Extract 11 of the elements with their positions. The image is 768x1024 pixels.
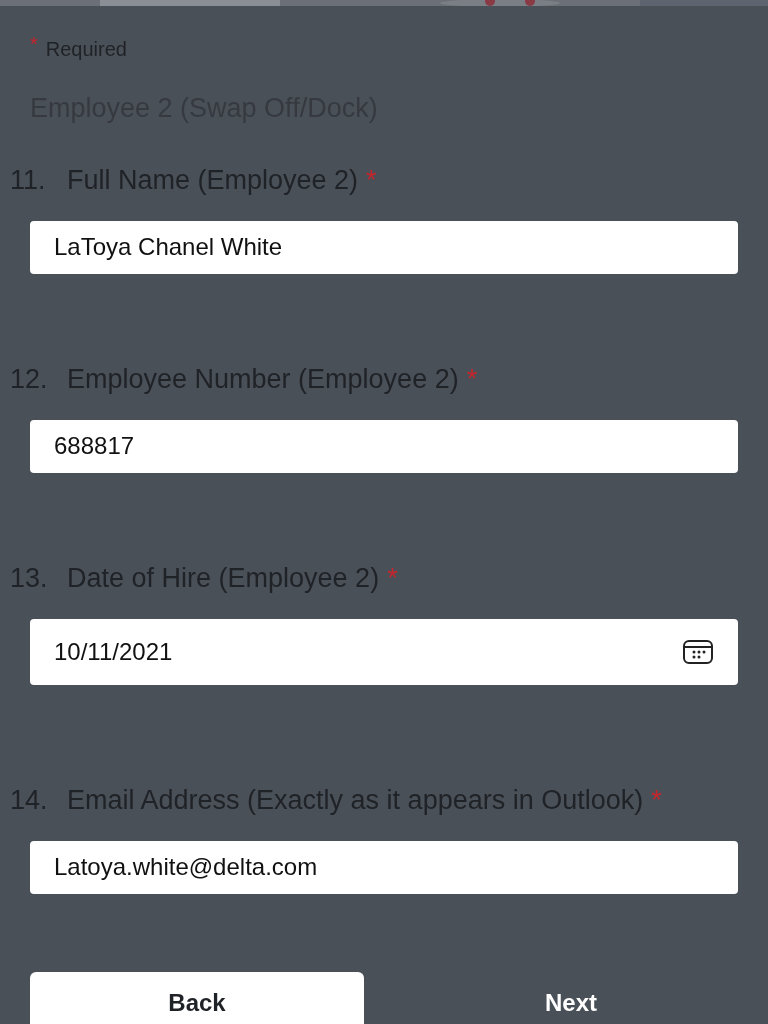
required-asterisk: *: [466, 362, 478, 396]
required-asterisk: *: [387, 561, 398, 595]
date-field[interactable]: 10/11/2021: [30, 618, 738, 685]
input-field[interactable]: 688817: [30, 419, 738, 473]
required-asterisk: *: [30, 34, 38, 54]
input-field[interactable]: LaToya Chanel White: [30, 220, 738, 274]
calendar-icon[interactable]: [682, 638, 714, 665]
back-button[interactable]: Back: [30, 971, 364, 1024]
required-asterisk: *: [366, 163, 377, 197]
input-field[interactable]: Latoya.white@delta.com: [30, 840, 738, 894]
required-asterisk: *: [651, 783, 662, 817]
